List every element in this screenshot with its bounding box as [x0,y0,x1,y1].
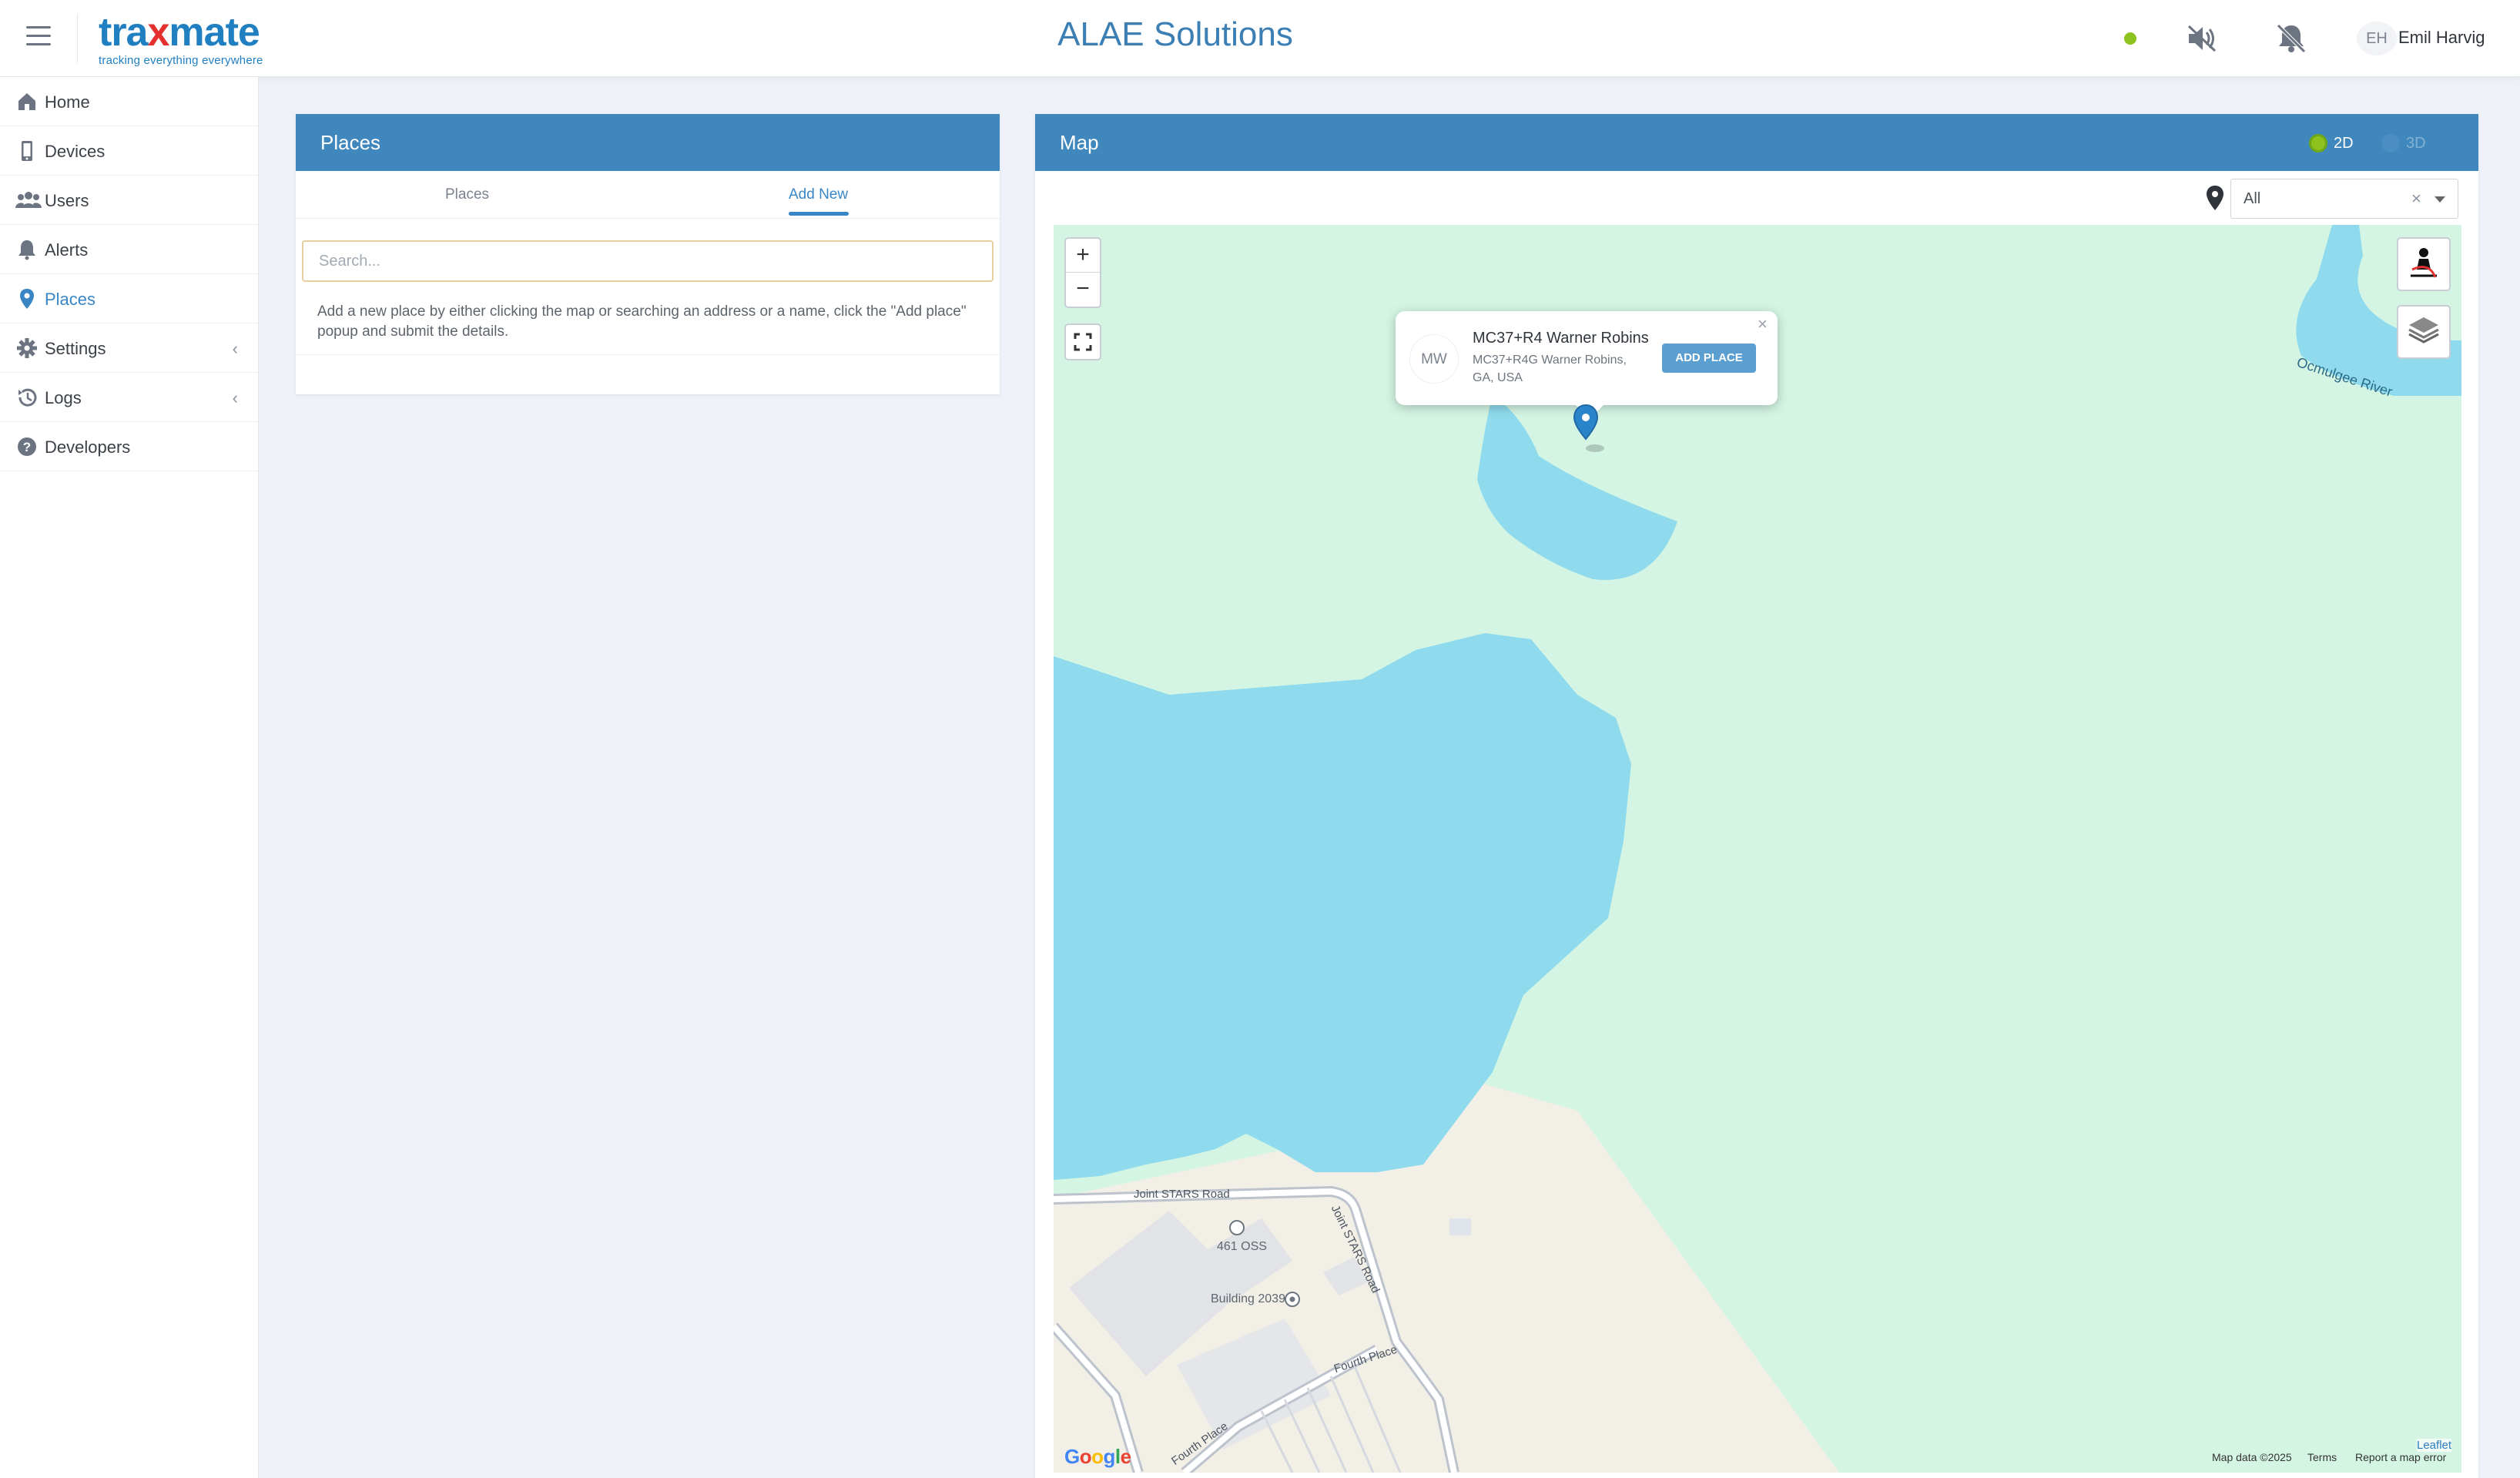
sidebar-item-label: Home [45,92,90,112]
leaflet-link[interactable]: Leaflet [2417,1439,2452,1452]
map-panel-title: Map [1035,114,2478,171]
sidebar-item-home[interactable]: Home [0,77,258,126]
sidebar-item-label: Devices [45,142,106,161]
fullscreen-button[interactable] [1064,323,1101,360]
chevron-left-icon: ‹ [232,388,238,407]
home-icon [15,91,39,112]
tab-add-new[interactable]: Add New [789,186,848,203]
toggle-3d-label: 3D [2406,135,2426,152]
sidebar-item-users[interactable]: Users [0,176,258,225]
user-name[interactable]: Emil Harvig [2398,28,2485,48]
bell-icon [15,239,39,260]
brand-tagline: tracking everything everywhere [99,54,263,67]
zoom-controls: + − [1064,237,1101,308]
clear-filter-icon[interactable]: × [2411,189,2421,209]
road-label: Joint STARS Road [1134,1188,1230,1201]
app-title: ALAE Solutions [1057,15,1293,53]
popup-place-address: MC37+R4G Warner Robins, GA, USA [1473,354,1627,384]
popup-close-icon[interactable]: × [1758,314,1768,334]
map-title-text: Map [1060,131,1099,154]
header-divider [77,14,78,63]
sidebar-item-label: Developers [45,437,131,457]
add-place-button[interactable]: ADD PLACE [1662,344,1756,373]
places-panel-title: Places [296,114,1000,171]
report-map-error-link[interactable]: Report a map error [2355,1451,2446,1463]
filter-selected-value: All [2244,190,2261,207]
sidebar-item-label: Alerts [45,240,89,260]
sidebar-item-label: Logs [45,388,82,407]
connection-status-dot [2124,32,2136,45]
sidebar-item-places[interactable]: Places [0,274,258,323]
location-pin-icon [15,288,39,310]
chevron-down-icon[interactable] [2435,196,2445,203]
zoom-in-button[interactable]: + [1066,239,1100,273]
sidebar-item-logs[interactable]: Logs ‹ [0,373,258,422]
place-avatar: MW [1409,334,1459,384]
sidebar-item-label: Users [45,191,89,210]
toggle-2d-label: 2D [2334,135,2354,152]
device-icon [15,140,39,162]
poi-label: 461 OSS [1217,1240,1267,1253]
map-data-attribution: Map data ©2025 [2212,1451,2292,1463]
menu-icon[interactable] [26,26,51,49]
question-icon: ? [15,436,39,457]
sidebar-item-developers[interactable]: ? Developers [0,422,258,471]
sound-off-icon[interactable] [2184,22,2220,55]
terms-link[interactable]: Terms [2307,1451,2337,1463]
map-marker-icon [2204,185,2226,211]
toggle-2d-radio [2309,134,2327,152]
layers-button[interactable] [2397,305,2451,359]
place-search-input[interactable] [302,240,994,282]
sidebar-item-alerts[interactable]: Alerts [0,225,258,274]
brand-wordmark: traxmate [99,10,260,55]
add-place-popup: × MW MC37+R4 Warner Robins MC37+R4G Warn… [1396,311,1778,419]
sidebar-item-devices[interactable]: Devices [0,126,258,176]
toggle-3d-radio [2381,134,2400,152]
map-canvas[interactable]: Joint STARS Road Joint STARS Road Fourth… [1054,225,2461,1473]
sidebar-item-label: Settings [45,339,106,358]
top-header: traxmate tracking everything everywhere … [0,0,2520,77]
places-panel: Places Places Add New Add a new place by… [296,114,1000,394]
zoom-out-button[interactable]: − [1066,273,1100,307]
place-filter-select[interactable]: All × [2230,179,2458,219]
gear-icon [15,337,39,359]
sidebar: Home Devices Users Alerts Places Setting… [0,77,259,1478]
places-tabs: Places Add New [296,171,1000,219]
panel-divider [296,354,1000,355]
map-tiles [1054,225,2461,1473]
add-place-help-text: Add a new place by either clicking the m… [317,303,967,340]
fullscreen-icon [1074,333,1092,351]
map-marker-pin-icon[interactable] [1571,404,1607,456]
tab-places[interactable]: Places [445,186,489,203]
sidebar-item-label: Places [45,290,96,309]
map-panel: Map 2D 3D All × Joint STARS Road Joint S… [1035,114,2478,1478]
history-icon [15,387,39,408]
brand-logo[interactable]: traxmate tracking everything everywhere [99,10,276,67]
poi-label: Building 2039 [1211,1292,1285,1305]
google-logo[interactable]: Google [1064,1445,1131,1469]
user-avatar[interactable]: EH [2357,22,2397,55]
toggle-2d[interactable]: 2D [2309,132,2371,154]
users-icon [15,189,42,211]
toggle-3d[interactable]: 3D [2381,132,2443,154]
chevron-left-icon: ‹ [232,339,238,358]
svg-text:?: ? [23,440,31,454]
route-icon [2411,248,2437,278]
layers-icon [2408,317,2439,344]
sidebar-item-settings[interactable]: Settings ‹ [0,323,258,373]
active-tab-indicator [789,212,849,216]
popup-place-title: MC37+R4 Warner Robins [1473,330,1649,347]
notifications-off-icon[interactable] [2274,22,2309,55]
route-tool-button[interactable] [2397,237,2451,291]
